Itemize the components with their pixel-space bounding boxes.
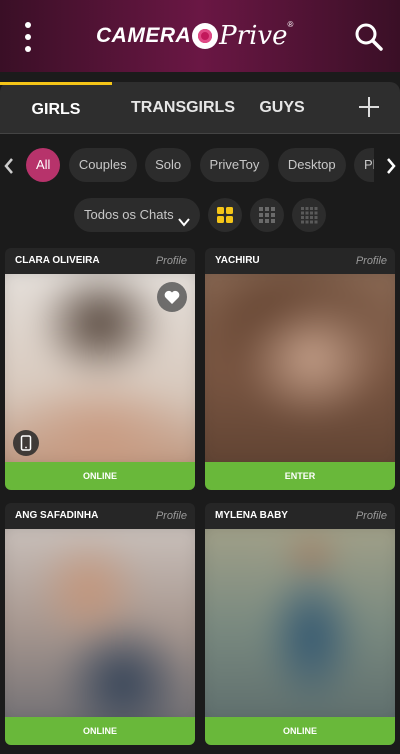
filter-chip-row: All Couples Solo PriveToy Desktop Phone — [26, 148, 374, 184]
more-vertical-icon[interactable] — [16, 22, 40, 52]
category-tabs: GIRLS TRANSGIRLS GUYS — [0, 82, 400, 134]
search-icon[interactable] — [354, 22, 384, 52]
chevron-down-icon — [178, 208, 190, 227]
chat-type-dropdown-label: Todos os Chats — [84, 207, 174, 222]
grid-3-icon[interactable] — [250, 198, 284, 232]
profile-link[interactable]: Profile — [356, 248, 387, 274]
status-button[interactable]: ENTER — [205, 462, 395, 490]
profile-link[interactable]: Profile — [356, 503, 387, 529]
model-card[interactable]: CLARA OLIVEIRA Profile ONLINE — [5, 248, 195, 490]
filter-chip-privetoy[interactable]: PriveToy — [199, 148, 270, 182]
model-thumbnail[interactable] — [205, 274, 395, 464]
tab-transgirls[interactable]: TRANSGIRLS — [112, 82, 254, 134]
model-card[interactable]: ANG SAFADINHA Profile ONLINE — [5, 503, 195, 745]
model-card[interactable]: YACHIRU Profile ENTER — [205, 248, 395, 490]
logo-eye-icon — [192, 23, 219, 49]
model-card[interactable]: MYLENA BABY Profile ONLINE — [205, 503, 395, 745]
card-header: ANG SAFADINHA Profile — [5, 503, 195, 529]
card-header: MYLENA BABY Profile — [205, 503, 395, 529]
menu-dot — [25, 22, 31, 28]
filter-chip-all[interactable]: All — [26, 148, 61, 182]
filter-chip-desktop[interactable]: Desktop — [277, 148, 346, 182]
model-name: YACHIRU — [215, 255, 260, 266]
brand-logo[interactable]: CAMERA Prive ® — [96, 14, 306, 58]
status-button[interactable]: ONLINE — [5, 462, 195, 490]
filter-chip-solo[interactable]: Solo — [145, 148, 192, 182]
logo-camera-text: CAMERA — [96, 24, 192, 47]
filter-chip-couples[interactable]: Couples — [68, 148, 137, 182]
menu-dot — [25, 46, 31, 52]
model-thumbnail[interactable] — [205, 529, 395, 719]
model-thumbnail[interactable] — [5, 529, 195, 719]
plus-icon[interactable] — [356, 94, 382, 120]
model-name: CLARA OLIVEIRA — [15, 255, 100, 266]
status-button[interactable]: ONLINE — [5, 717, 195, 745]
profile-link[interactable]: Profile — [156, 503, 187, 529]
logo-prive-text: Prive — [219, 21, 288, 51]
model-name: ANG SAFADINHA — [15, 510, 99, 521]
model-thumbnail[interactable] — [5, 274, 195, 464]
grid-2-icon[interactable] — [208, 198, 242, 232]
card-header: CLARA OLIVEIRA Profile — [5, 248, 195, 274]
tab-guys[interactable]: GUYS — [254, 82, 310, 134]
tab-girls[interactable]: GIRLS — [0, 82, 112, 134]
chevron-left-icon[interactable] — [2, 156, 16, 176]
favorite-heart-icon[interactable] — [157, 282, 187, 312]
model-name: MYLENA BABY — [215, 510, 288, 521]
filter-bar: All Couples Solo PriveToy Desktop Phone — [0, 148, 400, 184]
filter-chip-phone[interactable]: Phone — [354, 148, 374, 182]
menu-dot — [25, 34, 31, 40]
card-header: YACHIRU Profile — [205, 248, 395, 274]
logo-registered-mark: ® — [287, 20, 294, 29]
status-button[interactable]: ONLINE — [205, 717, 395, 745]
mobile-phone-icon — [13, 430, 39, 456]
top-bar: CAMERA Prive ® — [0, 0, 400, 72]
chevron-right-icon[interactable] — [384, 156, 398, 176]
profile-link[interactable]: Profile — [156, 248, 187, 274]
grid-4-icon[interactable] — [292, 198, 326, 232]
chat-type-dropdown[interactable]: Todos os Chats — [74, 198, 200, 232]
